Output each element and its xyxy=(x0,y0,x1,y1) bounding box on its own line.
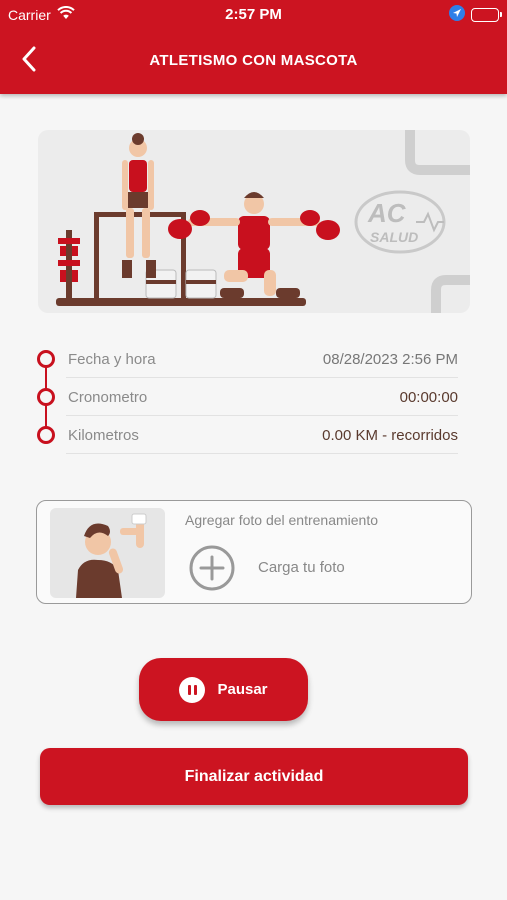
upload-photo-label[interactable]: Carga tu foto xyxy=(258,559,345,576)
timeline-dot-icon xyxy=(37,350,55,368)
finish-button-label: Finalizar actividad xyxy=(184,767,324,785)
add-photo-card[interactable]: Agregar foto del entrenamiento Carga tu … xyxy=(36,500,472,604)
date-label: Fecha y hora xyxy=(68,350,156,368)
timeline-dot-icon xyxy=(37,426,55,444)
navigation-bar: ATLETISMO CON MASCOTA xyxy=(0,28,507,94)
pause-button[interactable]: Pausar xyxy=(139,658,308,721)
distance-value: 0.00 KM - recorridos xyxy=(322,426,458,444)
add-photo-title: Agregar foto del entrenamiento xyxy=(185,512,379,528)
top-app-bar: Carrier 2:57 PM ATLETISMO CON MASCOTA xyxy=(0,0,507,94)
location-icon xyxy=(449,5,465,24)
status-bar: Carrier 2:57 PM xyxy=(0,0,507,28)
info-row-distance: Kilometros 0.00 KM - recorridos xyxy=(36,416,462,454)
activity-illustration: AC SALUD xyxy=(38,130,470,313)
status-right xyxy=(449,5,502,24)
logo-text-top: AC xyxy=(367,198,407,228)
add-photo-button[interactable] xyxy=(188,544,236,597)
status-time: 2:57 PM xyxy=(225,6,282,23)
page-title: ATLETISMO CON MASCOTA xyxy=(149,52,358,69)
timeline-dot-icon xyxy=(37,388,55,406)
distance-label: Kilometros xyxy=(68,426,139,444)
activity-info: Fecha y hora 08/28/2023 2:56 PM Cronomet… xyxy=(36,340,462,454)
divider xyxy=(66,453,458,454)
finish-activity-button[interactable]: Finalizar actividad xyxy=(40,748,468,805)
timer-value: 00:00:00 xyxy=(399,388,458,406)
info-row-date: Fecha y hora 08/28/2023 2:56 PM xyxy=(36,340,462,378)
pause-button-label: Pausar xyxy=(217,681,268,698)
info-row-timer: Cronometro 00:00:00 xyxy=(36,378,462,416)
battery-icon xyxy=(471,7,502,22)
logo-text-bottom: SALUD xyxy=(370,229,418,245)
pause-icon xyxy=(179,676,206,703)
plus-circle-icon xyxy=(189,545,235,591)
photo-placeholder-illustration xyxy=(50,508,165,598)
date-value: 08/28/2023 2:56 PM xyxy=(322,350,458,368)
timer-label: Cronometro xyxy=(68,388,148,406)
